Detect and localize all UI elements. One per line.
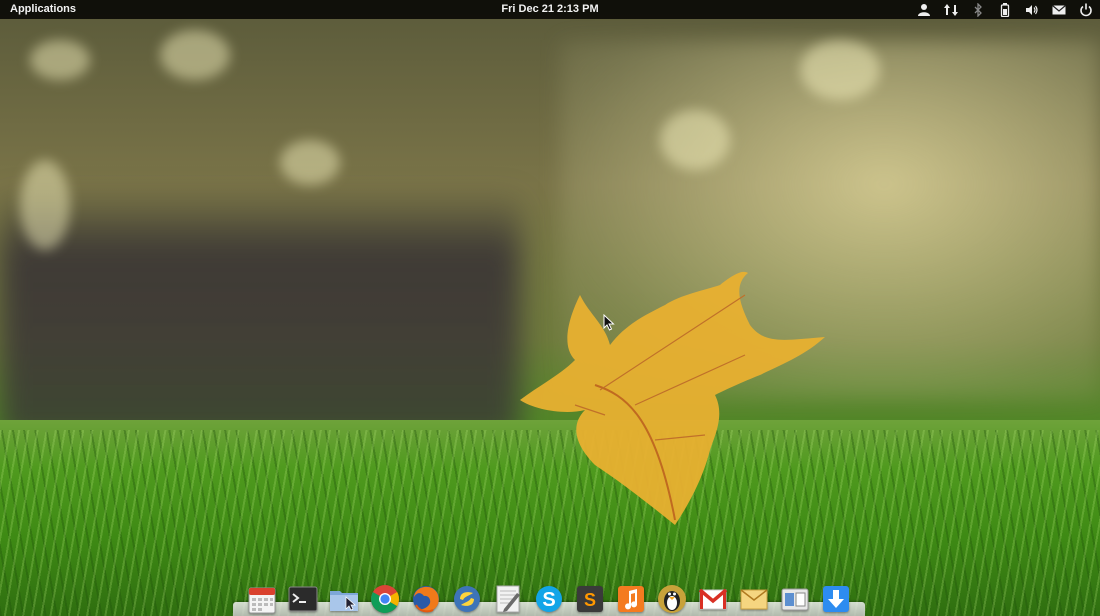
dock-item-terminal[interactable] — [285, 582, 321, 616]
dock-item-skype[interactable]: S — [531, 582, 567, 616]
applications-menu-button[interactable]: Applications — [10, 3, 76, 15]
bokeh — [30, 40, 90, 80]
dock-item-gmail[interactable] — [695, 582, 731, 616]
desktop[interactable]: Applications Fri Dec 21 2:13 PM S S — [0, 0, 1100, 616]
dock-item-music[interactable] — [613, 582, 649, 616]
chrome-icon — [371, 585, 399, 613]
dock-item-mail-client[interactable] — [736, 582, 772, 616]
mail-client-icon — [740, 589, 768, 610]
files-icon — [330, 591, 358, 611]
text-editor-icon — [496, 585, 520, 613]
dock-item-workspace-switcher[interactable] — [777, 582, 813, 616]
top-panel: Applications Fri Dec 21 2:13 PM — [0, 0, 1100, 19]
calendar-icon — [248, 587, 276, 614]
bokeh — [800, 40, 880, 100]
dock-item-python[interactable] — [449, 582, 485, 616]
svg-text:S: S — [542, 589, 555, 611]
dock-item-text-editor[interactable] — [490, 582, 526, 616]
volume-icon[interactable] — [1024, 2, 1040, 18]
dock-item-firefox[interactable] — [408, 582, 444, 616]
dock-item-calendar[interactable] — [244, 582, 280, 616]
wallpaper-leaf — [520, 271, 825, 525]
firefox-icon — [413, 586, 439, 613]
power-icon[interactable] — [1078, 2, 1094, 18]
bokeh — [660, 110, 730, 170]
workspace-switcher-icon — [781, 588, 809, 611]
bluetooth-icon[interactable] — [970, 2, 986, 18]
dock-item-files[interactable] — [326, 582, 362, 616]
downloads-icon — [823, 586, 849, 612]
dock: S S — [233, 580, 865, 616]
svg-text:S: S — [584, 590, 596, 610]
user-icon[interactable] — [916, 2, 932, 18]
tux-icon — [658, 585, 686, 613]
bokeh — [280, 140, 340, 185]
clock-button[interactable]: Fri Dec 21 2:13 PM — [501, 3, 598, 15]
mouse-pointer-icon — [603, 314, 615, 331]
dock-item-downloads[interactable] — [818, 582, 854, 616]
sublime-text-icon: S — [577, 586, 603, 612]
wallpaper-blur-dark — [0, 190, 520, 440]
dock-item-chrome[interactable] — [367, 582, 403, 616]
python-icon — [454, 586, 480, 612]
gmail-icon — [698, 588, 728, 610]
mail-icon[interactable] — [1051, 2, 1067, 18]
bokeh — [160, 30, 230, 80]
music-icon — [618, 586, 644, 612]
terminal-icon — [288, 586, 318, 612]
indicator-area — [905, 0, 1094, 19]
dock-item-tux[interactable] — [654, 582, 690, 616]
skype-icon: S — [536, 586, 562, 612]
battery-icon[interactable] — [997, 2, 1013, 18]
network-transfer-icon[interactable] — [943, 2, 959, 18]
bokeh — [20, 160, 70, 250]
dock-item-sublime-text[interactable]: S — [572, 582, 608, 616]
